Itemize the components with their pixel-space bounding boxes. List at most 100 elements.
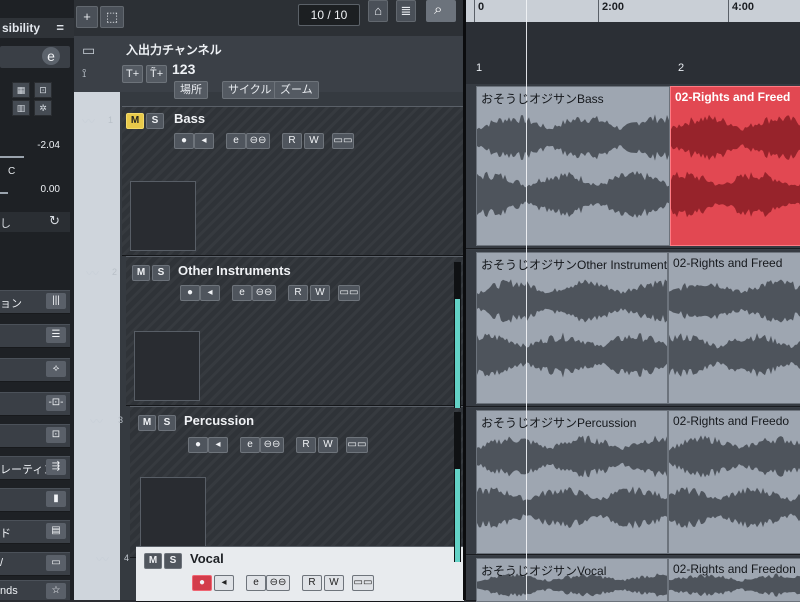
link-button[interactable]: ⊖⊖ [266,575,290,591]
edit-channel-button[interactable]: e [246,575,266,591]
solo-button[interactable]: S [152,265,170,281]
solo-button[interactable]: S [158,415,176,431]
track-row[interactable]: 1 〰 M S Bass ● ◂ e ⊖⊖ R W ▭▭ [82,106,464,256]
write-automation-button[interactable]: W [318,437,338,453]
tt-plus-button[interactable]: T̃+ [146,65,168,83]
show-lanes-button[interactable]: ▭▭ [332,133,354,149]
audio-track-icon: 〰 [82,114,96,129]
track-row[interactable]: 3 〰 M S Percussion ● ◂ e ⊖⊖ R W ▭▭ [90,406,464,558]
menu-icon[interactable]: = [56,20,64,35]
read-automation-button[interactable]: R [282,133,302,149]
record-button[interactable]: ● [188,437,208,453]
audio-event[interactable]: おそうじオジサンPercussion [476,410,668,554]
edit-channel-button[interactable]: e [240,437,260,453]
audio-event[interactable]: 02-Rights and Freed [668,252,800,404]
read-automation-button[interactable]: R [296,437,316,453]
mute-button[interactable]: M [144,553,162,569]
track-name[interactable]: Percussion [184,413,254,428]
list-icon[interactable]: ≣ [396,0,416,22]
audio-event[interactable]: おそうじオジサンOther Instruments [476,252,668,404]
mute-button[interactable]: M [126,113,144,129]
mute-button[interactable]: M [138,415,156,431]
lock-icon[interactable]: ⊡ [34,82,52,98]
locate-button[interactable]: 場所 [174,81,208,99]
marker-1[interactable]: 1 [476,62,482,74]
audio-event[interactable]: おそうじオジサンBass [476,86,670,246]
read-automation-button[interactable]: R [288,285,308,301]
record-button[interactable]: ● [180,285,200,301]
show-lanes-button[interactable]: ▭▭ [346,437,368,453]
track-row-selected[interactable]: 4 〰 M S Vocal ● ◂ e ⊖⊖ R W ▭▭ [96,546,464,602]
track-name[interactable]: Bass [174,111,205,126]
visibility-header[interactable]: sibility = [0,18,74,38]
audio-event[interactable]: 02-Rights and Freedon [668,558,800,602]
section-fader-icon[interactable]: ▮ [46,491,66,507]
link-button[interactable]: ⊖⊖ [246,133,270,149]
zoom-button[interactable]: ズーム [274,81,319,99]
section-bars-icon[interactable]: ||| [46,293,66,309]
show-lanes-button[interactable]: ▭▭ [338,285,360,301]
inspector-section-5[interactable]: レーティング ⇶ [0,456,70,480]
link-button[interactable]: ⊖⊖ [260,437,284,453]
snowflake-icon[interactable]: ✲ [34,100,52,116]
section-insert-icon[interactable]: -⊡- [46,395,66,411]
t-plus-button[interactable]: T+ [122,65,144,83]
inspector-section-6[interactable]: ▮ [0,488,70,512]
link-button[interactable]: ⊖⊖ [252,285,276,301]
inspector-section-7[interactable]: ド ▤ [0,520,70,544]
audio-event[interactable]: 02-Rights and Freedo [668,410,800,554]
write-automation-button[interactable]: W [324,575,344,591]
solo-button[interactable]: S [164,553,182,569]
bars-icon[interactable]: ▥ [12,100,30,116]
track-name[interactable]: Other Instruments [178,263,291,278]
section-star-icon[interactable]: ☆ [46,583,66,599]
record-button[interactable]: ● [174,133,194,149]
audio-event-selected[interactable]: 02-Rights and Freed [670,86,800,246]
channel-name-field[interactable]: e [0,46,70,68]
solo-button[interactable]: S [146,113,164,129]
inspector-section-8[interactable]: / ▭ [0,552,70,576]
cycle-button[interactable]: サイクル [222,81,278,99]
add-track-button[interactable]: + [76,6,98,28]
grid-icon[interactable]: ▦ [12,82,30,98]
write-automation-button[interactable]: W [310,285,330,301]
show-lanes-button[interactable]: ▭▭ [352,575,374,591]
section-window-icon[interactable]: ▭ [46,555,66,571]
section-routing-icon[interactable]: ⇶ [46,459,66,475]
mute-button[interactable]: M [132,265,150,281]
section-eq-icon[interactable]: ☰ [46,327,66,343]
search-button[interactable]: ⌕ [426,0,456,22]
monitor-button[interactable]: ◂ [214,575,234,591]
edit-channel-button[interactable]: e [232,285,252,301]
ruler-tick [598,0,599,22]
monitor-button[interactable]: ◂ [208,437,228,453]
edit-channel-button[interactable]: e [226,133,246,149]
reset-icon[interactable]: ↻ [49,213,60,229]
folder-icon[interactable]: ⬚ [100,6,124,28]
monitor-button[interactable]: ◂ [194,133,214,149]
inspector-section-3[interactable]: -⊡- [0,392,70,416]
volume-fader[interactable] [0,156,24,158]
inspector-section-9[interactable]: nds ☆ [0,580,70,600]
marker-2[interactable]: 2 [678,62,684,74]
write-automation-button[interactable]: W [304,133,324,149]
inspector-section-0[interactable]: ョン ||| [0,290,70,314]
inspector-section-4[interactable]: ⊡ [0,424,70,448]
track-name[interactable]: Vocal [190,551,224,566]
section-notepad-icon[interactable]: ▤ [46,523,66,539]
record-button[interactable]: ● [192,575,212,591]
timeline-ruler[interactable]: 0 2:00 4:00 [466,0,800,23]
read-automation-button[interactable]: R [302,575,322,591]
audio-event[interactable]: おそうじオジサンVocal [476,558,668,602]
inspector-section-1[interactable]: ☰ [0,324,70,348]
folder-track[interactable]: ▭ ⟟ 入出力チャンネル T+ T̃+ 123 場所 サイクル ズーム [74,36,464,99]
section-send-icon[interactable]: ⊡ [46,427,66,443]
track-row[interactable]: 2 〰 M S Other Instruments ● ◂ e ⊖⊖ R W ▭… [86,256,464,406]
pan-fader[interactable] [0,192,8,194]
edit-channel-icon[interactable]: e [42,47,60,65]
section-diamond-icon[interactable]: ⟡ [46,361,66,377]
event-name: 02-Rights and Freedo [673,414,790,428]
monitor-button[interactable]: ◂ [200,285,220,301]
home-icon[interactable]: ⌂ [368,0,388,22]
inspector-section-2[interactable]: ⟡ [0,358,70,382]
